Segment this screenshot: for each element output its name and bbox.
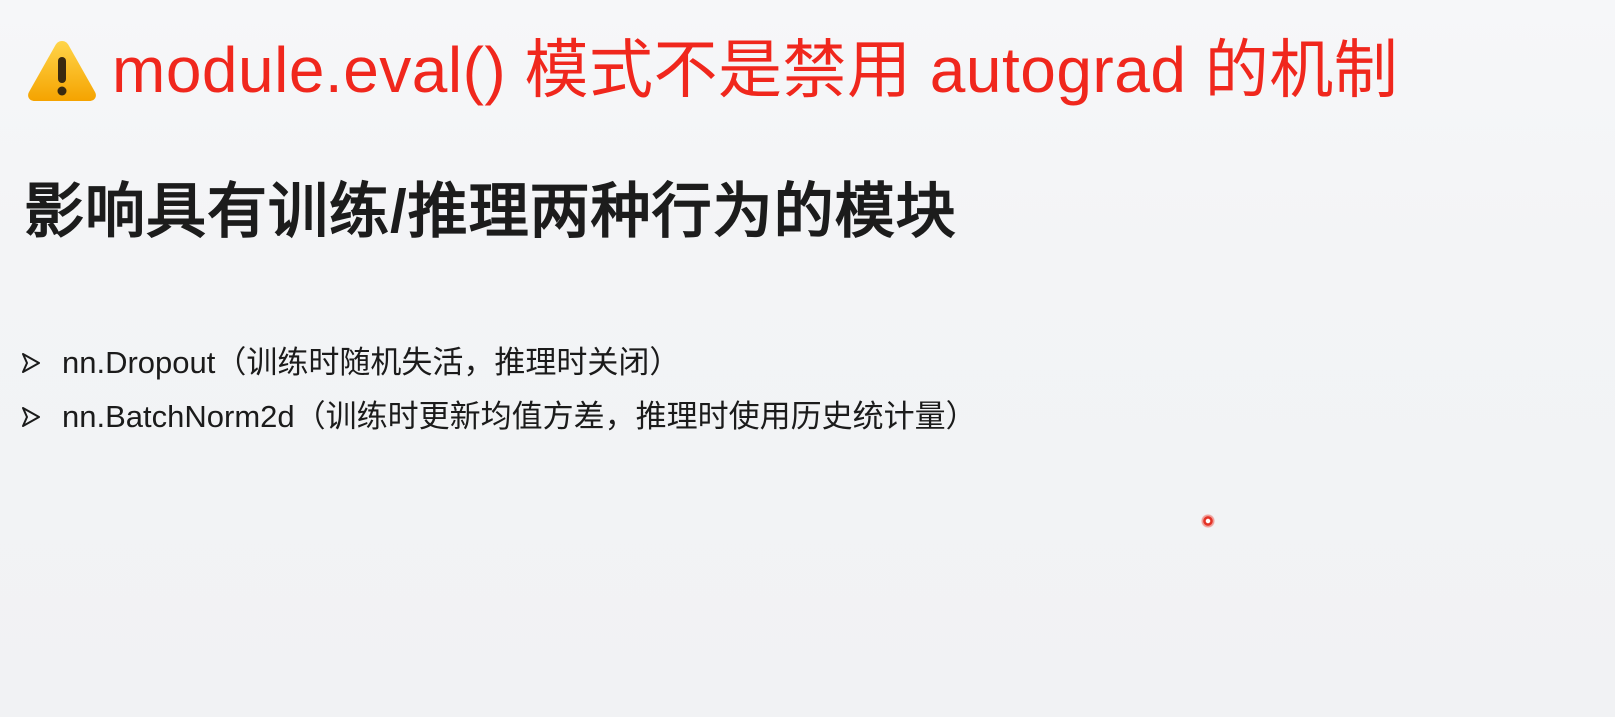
arrow-bullet-icon [22,353,40,373]
slide-subtitle: 影响具有训练/推理两种行为的模块 [24,178,957,245]
list-item: nn.Dropout（训练时随机失活，推理时关闭） [22,345,977,381]
bullet-list: nn.Dropout（训练时随机失活，推理时关闭） nn.BatchNorm2d… [22,345,977,453]
title-text: module.eval() 模式不是禁用 autograd 的机制 [112,34,1399,106]
warning-icon [28,41,96,101]
slide-title: module.eval() 模式不是禁用 autograd 的机制 [26,30,1398,110]
bullet-text: nn.Dropout（训练时随机失活，推理时关闭） [62,345,681,380]
bullet-text: nn.BatchNorm2d（训练时更新均值方差，推理时使用历史统计量） [62,399,977,434]
slide: module.eval() 模式不是禁用 autograd 的机制 影响具有训练… [0,0,1615,717]
pointer-dot-icon [1201,514,1215,528]
list-item: nn.BatchNorm2d（训练时更新均值方差，推理时使用历史统计量） [22,399,977,435]
arrow-bullet-icon [22,407,40,427]
